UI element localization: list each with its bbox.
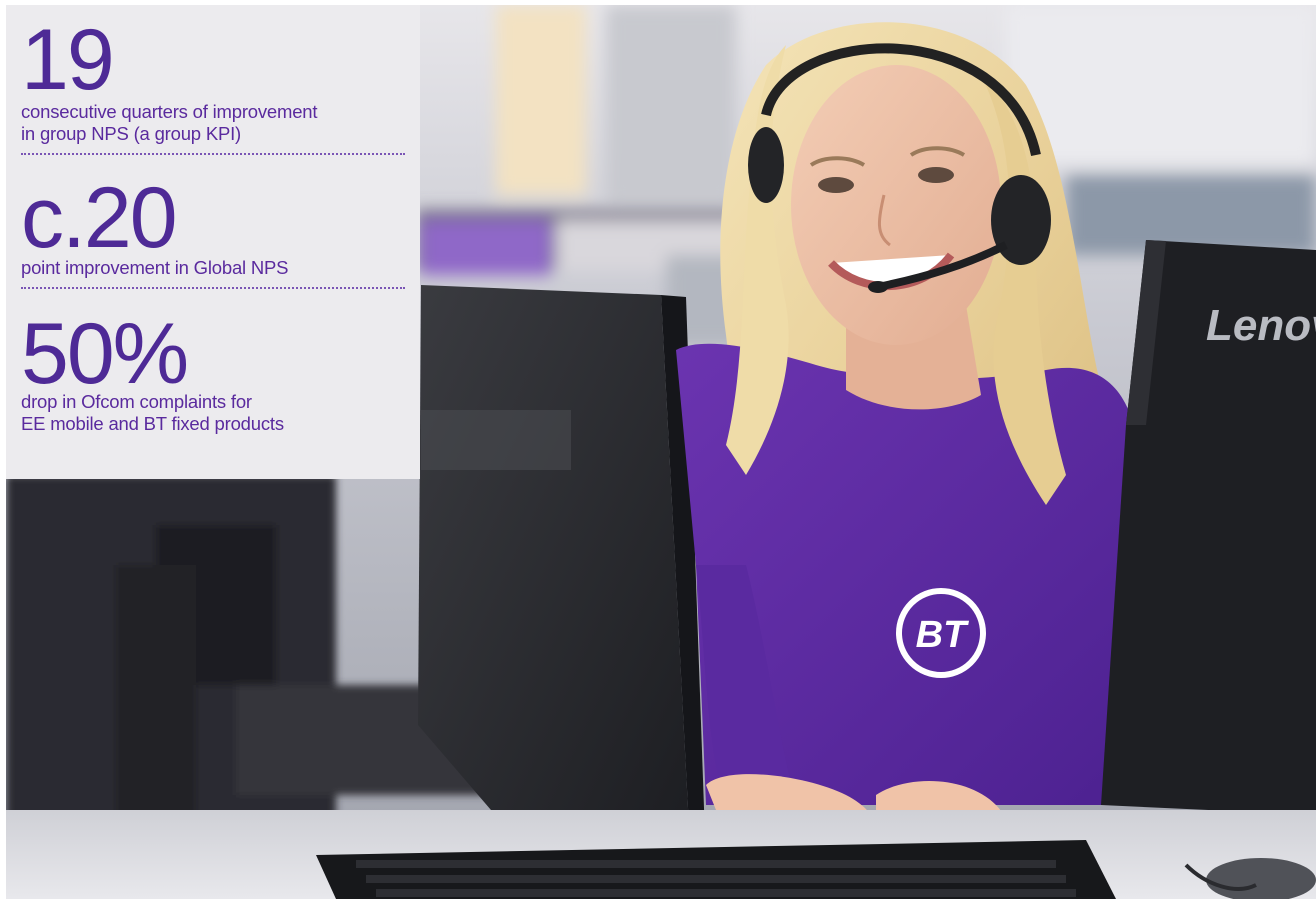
- shirt-bt-logo-text: BT: [916, 614, 969, 656]
- stat-label-line: consecutive quarters of improvement: [21, 101, 318, 122]
- page: BT Lenovo 19: [0, 0, 1316, 899]
- stat-value: 50%: [21, 306, 189, 402]
- stats-panel: 19 consecutive quarters of improvement i…: [6, 5, 420, 479]
- stat-label-line: drop in Ofcom complaints for: [21, 391, 252, 412]
- stat-ofcom-complaints: 50% drop in Ofcom complaints for EE mobi…: [21, 311, 420, 435]
- stat-label: point improvement in Global NPS: [21, 257, 420, 279]
- stat-value: c.20: [21, 170, 178, 266]
- dotted-divider: [21, 287, 405, 289]
- stat-label: drop in Ofcom complaints for EE mobile a…: [21, 391, 420, 435]
- dotted-divider: [21, 153, 405, 155]
- stat-label-line: EE mobile and BT fixed products: [21, 413, 284, 434]
- monitor-brand-text: Lenovo: [1206, 301, 1316, 350]
- stat-global-nps: c.20 point improvement in Global NPS: [21, 175, 420, 279]
- stat-value: 19: [21, 12, 115, 108]
- stat-label-line: point improvement in Global NPS: [21, 257, 289, 278]
- stat-consecutive-quarters: 19 consecutive quarters of improvement i…: [21, 17, 420, 145]
- stat-label: consecutive quarters of improvement in g…: [21, 101, 420, 145]
- stat-label-line: in group NPS (a group KPI): [21, 123, 241, 144]
